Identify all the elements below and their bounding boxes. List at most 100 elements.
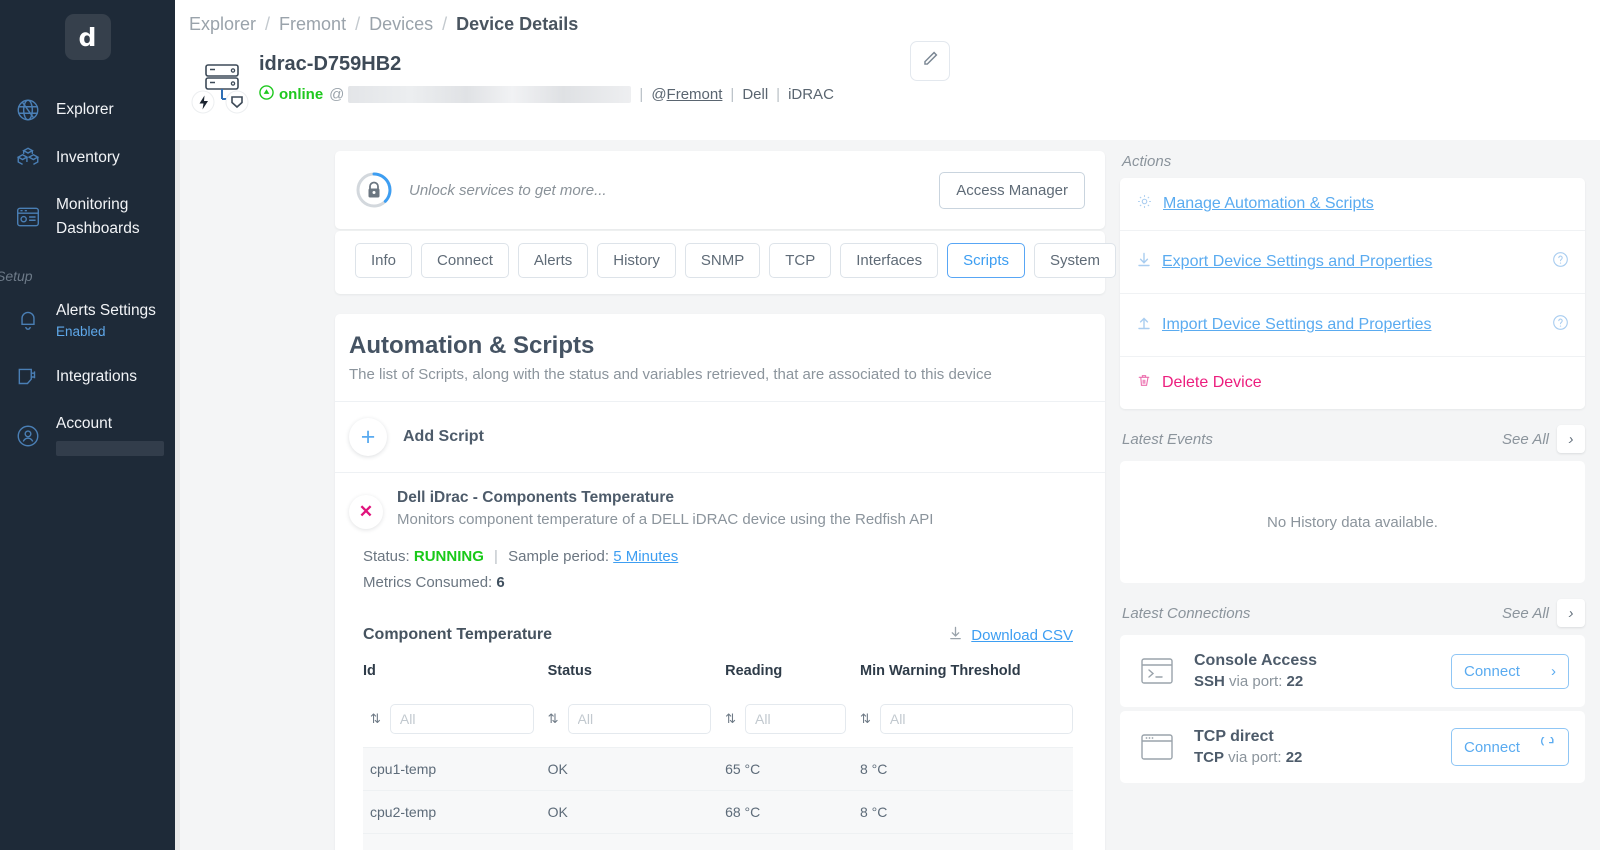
terminal-icon: [1136, 656, 1178, 686]
sidebar-item-explorer[interactable]: Explorer: [0, 86, 175, 134]
plug-icon: [0, 364, 56, 390]
device-location: @Fremont: [651, 86, 722, 103]
user-icon: [0, 423, 56, 449]
cell-id: cpu2-temp: [363, 790, 548, 834]
device-address-redacted: [348, 86, 632, 103]
automation-scripts-panel: Automation & Scripts The list of Scripts…: [335, 314, 1105, 850]
filter-input-status[interactable]: [567, 704, 712, 734]
account-name-redacted: [56, 440, 164, 456]
breadcrumb-item-devices[interactable]: Devices: [369, 14, 433, 35]
table-row[interactable]: cpu1-temp OK 65 °C 8 °C: [363, 747, 1073, 791]
sample-period-value[interactable]: 5 Minutes: [613, 548, 678, 565]
script-text: Dell iDrac - Components Temperature Moni…: [397, 489, 933, 528]
cubes-icon: [0, 145, 56, 171]
cell-min-warning-threshold: 3 °C: [859, 833, 1073, 850]
sort-icon[interactable]: ⇅: [370, 711, 381, 727]
status-text: online: [279, 86, 324, 103]
device-info: idrac-D759HB2 online @ | @Fremont | Dell…: [259, 49, 834, 104]
x-icon[interactable]: ✕: [349, 495, 383, 529]
edit-device-button[interactable]: [910, 41, 950, 81]
filter-input-id[interactable]: [389, 704, 534, 734]
tab-connect[interactable]: Connect: [421, 243, 509, 278]
question-circle-icon[interactable]: [1552, 251, 1569, 273]
filter-input-reading[interactable]: [745, 704, 846, 734]
tab-alerts[interactable]: Alerts: [517, 243, 589, 278]
action-label: Export Device Settings and Properties: [1162, 253, 1433, 270]
chevron-right-icon[interactable]: ›: [1557, 599, 1585, 627]
table-row[interactable]: cpu2-temp OK 68 °C 8 °C: [363, 790, 1073, 834]
action-content: Delete Device: [1136, 372, 1262, 394]
main-content: Explorer / Fremont / Devices / Device De…: [175, 0, 1600, 850]
refresh-icon: [1540, 734, 1556, 757]
component-temperature-table: Id Status Reading Min Warning Threshold: [363, 663, 1073, 850]
meta-separator: |: [776, 86, 781, 103]
add-script-button[interactable]: + Add Script: [335, 402, 1105, 473]
sidebar-item-monitoring-dashboards[interactable]: Monitoring Dashboards: [0, 182, 175, 252]
table-header: Id Status Reading Min Warning Threshold: [363, 663, 1073, 748]
chevron-right-icon[interactable]: ›: [1557, 425, 1585, 453]
filter-group: ⇅: [370, 704, 534, 734]
content-area: Unlock services to get more... Access Ma…: [180, 140, 1600, 850]
sidebar-item-inventory[interactable]: Inventory: [0, 134, 175, 182]
sidebar-label: Monitoring Dashboards: [56, 196, 140, 238]
filter-group: ⇅: [860, 704, 1073, 734]
tab-scripts[interactable]: Scripts: [947, 243, 1025, 278]
sidebar-item-alerts-settings[interactable]: Alerts Settings Enabled: [0, 288, 175, 353]
action-delete-device[interactable]: Delete Device: [1120, 357, 1585, 409]
table-toolbar: Component Temperature Download CSV: [363, 625, 1073, 645]
action-label: Import Device Settings and Properties: [1162, 316, 1432, 333]
action-manage-automation-scripts[interactable]: Manage Automation & Scripts: [1120, 178, 1585, 231]
download-icon: [948, 625, 963, 645]
device-meta: online @ | @Fremont | Dell | iDRAC: [259, 85, 834, 104]
question-circle-icon[interactable]: [1552, 314, 1569, 336]
filter-input-min-warning-threshold[interactable]: [879, 704, 1073, 734]
column-header-reading: Reading: [725, 663, 783, 679]
sort-icon[interactable]: ⇅: [725, 711, 736, 727]
action-export-device-settings[interactable]: Export Device Settings and Properties: [1120, 231, 1585, 294]
action-import-device-settings[interactable]: Import Device Settings and Properties: [1120, 294, 1585, 357]
breadcrumb-item-fremont[interactable]: Fremont: [279, 14, 346, 35]
device-vendor: Dell: [742, 86, 769, 103]
gear-icon: [1136, 193, 1153, 215]
tab-tcp[interactable]: TCP: [769, 243, 832, 278]
tab-interfaces[interactable]: Interfaces: [840, 243, 939, 278]
tab-history[interactable]: History: [597, 243, 676, 278]
connect-button-tcp-direct[interactable]: Connect: [1451, 728, 1569, 766]
connections-see-all[interactable]: See All ›: [1502, 599, 1585, 627]
sort-icon[interactable]: ⇅: [860, 711, 871, 727]
device-header: idrac-D759HB2 online @ | @Fremont | Dell…: [175, 35, 1600, 141]
actions-label-text: Actions: [1122, 153, 1172, 170]
sidebar-item-account[interactable]: Account: [0, 401, 175, 472]
scripts-header: Automation & Scripts The list of Scripts…: [335, 314, 1105, 402]
download-csv-button[interactable]: Download CSV: [948, 625, 1073, 645]
breadcrumb: Explorer / Fremont / Devices / Device De…: [175, 0, 1600, 35]
window-icon: [1136, 732, 1178, 762]
table-title: Component Temperature: [363, 626, 553, 643]
device-location-link[interactable]: Fremont: [667, 86, 723, 103]
connection-proto: SSH: [1194, 673, 1225, 690]
tab-snmp[interactable]: SNMP: [684, 243, 761, 278]
sort-icon[interactable]: ⇅: [548, 711, 559, 727]
events-see-all[interactable]: See All ›: [1502, 425, 1585, 453]
sidebar-item-integrations[interactable]: Integrations: [0, 353, 175, 401]
plus-icon: +: [349, 418, 387, 456]
access-manager-button[interactable]: Access Manager: [939, 171, 1085, 209]
tab-info[interactable]: Info: [355, 243, 413, 278]
trash-icon: [1136, 372, 1152, 394]
scripts-title: Automation & Scripts: [349, 332, 595, 359]
connect-button-console-access[interactable]: Connect ›: [1451, 653, 1569, 689]
tab-system[interactable]: System: [1033, 243, 1116, 278]
app-logo[interactable]: d: [64, 14, 111, 60]
page-title: idrac-D759HB2: [259, 53, 402, 75]
chevron-right-icon: ›: [1551, 662, 1556, 680]
connection-title: TCP direct: [1194, 728, 1274, 745]
connections-label-text: Latest Connections: [1122, 604, 1251, 622]
dashboard-icon: [0, 204, 56, 230]
cell-reading: 20 °C: [725, 833, 860, 850]
meta-separator: |: [639, 86, 644, 103]
table-row[interactable]: system-board-inlet-temp OK 20 °C 3 °C: [363, 833, 1073, 850]
connection-port: 22: [1285, 749, 1303, 766]
device-type: iDRAC: [788, 86, 834, 103]
sidebar-nav: Explorer Inventory Monitoring Dashboards…: [0, 86, 175, 472]
breadcrumb-item-explorer[interactable]: Explorer: [189, 14, 256, 35]
